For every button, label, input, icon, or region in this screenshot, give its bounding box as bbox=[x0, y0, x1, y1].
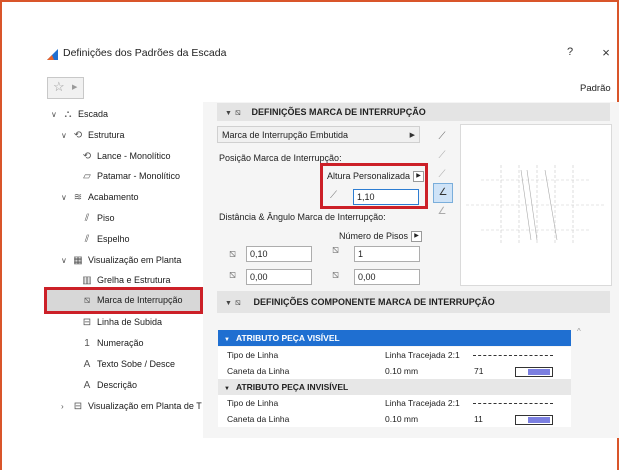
structure-icon: ⟲ bbox=[73, 130, 83, 141]
tree-item-visualizacao-planta-t[interactable]: › ⊟ Visualização em Planta de T bbox=[61, 398, 202, 414]
tree-item-piso[interactable]: ⫽ Piso bbox=[80, 210, 115, 226]
tree-item-label: Estrutura bbox=[88, 130, 125, 140]
angle-icon: ⧅ bbox=[332, 269, 339, 281]
tree-item-label: Grelha e Estrutura bbox=[97, 275, 171, 285]
position-label: Posição Marca de Interrupção: bbox=[219, 153, 342, 163]
collapse-icon: ▼ bbox=[224, 386, 230, 392]
title-bar: Definições dos Padrões da Escada ? × bbox=[30, 44, 619, 66]
tree-item-label: Espelho bbox=[97, 234, 130, 244]
chevron-right-icon: ▶ bbox=[409, 132, 415, 139]
numbering-icon: 1 bbox=[84, 338, 90, 349]
floors-mode-select[interactable]: Número de Pisos ▶ bbox=[339, 231, 423, 243]
distance-input[interactable]: 0,10 bbox=[246, 246, 312, 262]
plan-view-icon: ▦ bbox=[73, 255, 83, 266]
tree-item-label: Texto Sobe / Desce bbox=[97, 359, 176, 369]
collapse-icon: ▼ bbox=[225, 300, 232, 307]
preset-label: Padrão bbox=[580, 83, 611, 94]
tree-highlight-box bbox=[44, 287, 203, 314]
tree-item-numeracao[interactable]: 1 Numeração bbox=[80, 335, 144, 351]
height-highlight-box bbox=[320, 163, 428, 209]
offset-icon: ⧅ bbox=[229, 269, 236, 281]
tree-item-label: Numeração bbox=[97, 338, 144, 348]
tree-item-label: Escada bbox=[78, 109, 109, 119]
finish-icon: ≋ bbox=[73, 192, 83, 203]
floors-input[interactable]: 1 bbox=[354, 246, 420, 262]
tree-item-texto-sobe[interactable]: A Texto Sobe / Desce bbox=[80, 356, 175, 372]
app-icon bbox=[47, 49, 58, 60]
tree-item-label: Descrição bbox=[97, 380, 138, 390]
line-type-preview bbox=[473, 403, 553, 404]
visible-attribute-header[interactable]: ▼ ATRIBUTO PEÇA VISÍVEL bbox=[218, 330, 571, 346]
break-style-4-icon[interactable]: ∠ bbox=[433, 183, 453, 203]
chevron-down-icon: ∨ bbox=[61, 193, 67, 202]
description-icon: A bbox=[83, 380, 91, 391]
tree-item-lance[interactable]: ⟲ Lance - Monolítico bbox=[80, 148, 171, 164]
tree-item-descricao[interactable]: A Descrição bbox=[80, 377, 137, 393]
table-row[interactable]: Caneta da Linha 0.10 mm 11 bbox=[218, 411, 571, 427]
section-header-break-mark[interactable]: ▼ ⧅ DEFINIÇÕES MARCA DE INTERRUPÇÃO bbox=[217, 103, 610, 121]
landing-icon: ▱ bbox=[83, 171, 91, 182]
stair-preview-drawing bbox=[466, 165, 606, 245]
close-button[interactable]: × bbox=[598, 45, 614, 60]
line-type-preview bbox=[473, 355, 553, 356]
angle-input[interactable]: 0,00 bbox=[354, 269, 420, 285]
break-style-2-icon[interactable]: ⟋ bbox=[433, 147, 451, 165]
table-row[interactable]: Caneta da Linha 0.10 mm 71 bbox=[218, 363, 571, 379]
tree-item-visualizacao-planta[interactable]: ∨ ▦ Visualização em Planta bbox=[61, 252, 181, 268]
favorites-button[interactable]: ☆ ▶ bbox=[47, 77, 84, 99]
table-row[interactable]: Tipo de Linha Linha Tracejada 2:1 bbox=[218, 347, 571, 363]
tree-item-label: Visualização em Planta bbox=[88, 255, 182, 265]
tree-item-grelha[interactable]: ▥ Grelha e Estrutura bbox=[80, 272, 171, 288]
pen-color-swatch[interactable] bbox=[515, 415, 553, 425]
collapse-icon: ▼ bbox=[225, 110, 232, 117]
chevron-down-icon: ∨ bbox=[51, 110, 57, 119]
walking-line-icon: ⊟ bbox=[82, 317, 92, 328]
section-header-component[interactable]: ▼ ⧅ DEFINIÇÕES COMPONENTE MARCA DE INTERR… bbox=[217, 291, 610, 313]
star-icon: ☆ bbox=[53, 79, 65, 94]
window-title: Definições dos Padrões da Escada bbox=[63, 47, 227, 59]
chevron-right-icon: ▶ bbox=[72, 84, 78, 91]
tread-icon: ⫽ bbox=[84, 213, 90, 224]
chevron-down-icon: ∨ bbox=[61, 131, 67, 140]
break-mark-icon: ⧅ bbox=[235, 107, 241, 117]
scroll-up-icon[interactable]: ^ bbox=[577, 327, 581, 336]
plan-view-icon: ⊟ bbox=[73, 401, 83, 412]
invisible-attribute-header[interactable]: ▼ ATRIBUTO PEÇA INVISÍVEL bbox=[218, 379, 571, 395]
break-style-1-icon[interactable]: ⟋ bbox=[433, 128, 451, 146]
break-mark-type-select[interactable]: Marca de Interrupção Embutida ▶ bbox=[217, 126, 420, 143]
preview-canvas bbox=[460, 124, 612, 286]
tree-item-acabamento[interactable]: ∨ ≋ Acabamento bbox=[61, 189, 139, 205]
tree-item-label: Piso bbox=[97, 213, 115, 223]
help-button[interactable]: ? bbox=[563, 46, 577, 58]
text-icon: A bbox=[83, 359, 91, 370]
stair-icon: ⛬ bbox=[64, 109, 72, 120]
chevron-right-icon: › bbox=[61, 402, 64, 411]
chevron-down-icon: ∨ bbox=[61, 256, 67, 265]
floors-icon: ⧅ bbox=[332, 244, 339, 256]
tree-item-linha-subida[interactable]: ⊟ Linha de Subida bbox=[80, 314, 162, 330]
tree-item-espelho[interactable]: ⫽ Espelho bbox=[80, 231, 130, 247]
tree-item-label: Visualização em Planta de T bbox=[88, 401, 202, 411]
break-style-5-icon[interactable]: ∠ bbox=[433, 203, 451, 221]
tree-item-label: Acabamento bbox=[88, 192, 139, 202]
collapse-icon: ▼ bbox=[224, 337, 230, 343]
tree-item-label: Lance - Monolítico bbox=[97, 151, 171, 161]
pen-color-swatch[interactable] bbox=[515, 367, 553, 377]
flight-icon: ⟲ bbox=[82, 151, 92, 162]
riser-icon: ⫽ bbox=[84, 234, 90, 245]
offset-input[interactable]: 0,00 bbox=[246, 269, 312, 285]
break-style-3-icon[interactable]: ⟋ bbox=[433, 166, 451, 184]
distance-icon: ⧅ bbox=[229, 248, 236, 260]
tree-item-label: Linha de Subida bbox=[97, 317, 163, 327]
distance-label: Distância & Ângulo Marca de Interrupção: bbox=[219, 212, 386, 222]
tree-item-escada[interactable]: ∨ ⛬ Escada bbox=[51, 106, 108, 122]
tree-item-label: Patamar - Monolítico bbox=[97, 171, 181, 181]
tree-item-patamar[interactable]: ▱ Patamar - Monolítico bbox=[80, 168, 180, 184]
component-icon: ⧅ bbox=[235, 297, 241, 307]
table-row[interactable]: Tipo de Linha Linha Tracejada 2:1 bbox=[218, 395, 571, 411]
chevron-right-icon: ▶ bbox=[411, 231, 423, 243]
tree-item-estrutura[interactable]: ∨ ⟲ Estrutura bbox=[61, 127, 125, 143]
